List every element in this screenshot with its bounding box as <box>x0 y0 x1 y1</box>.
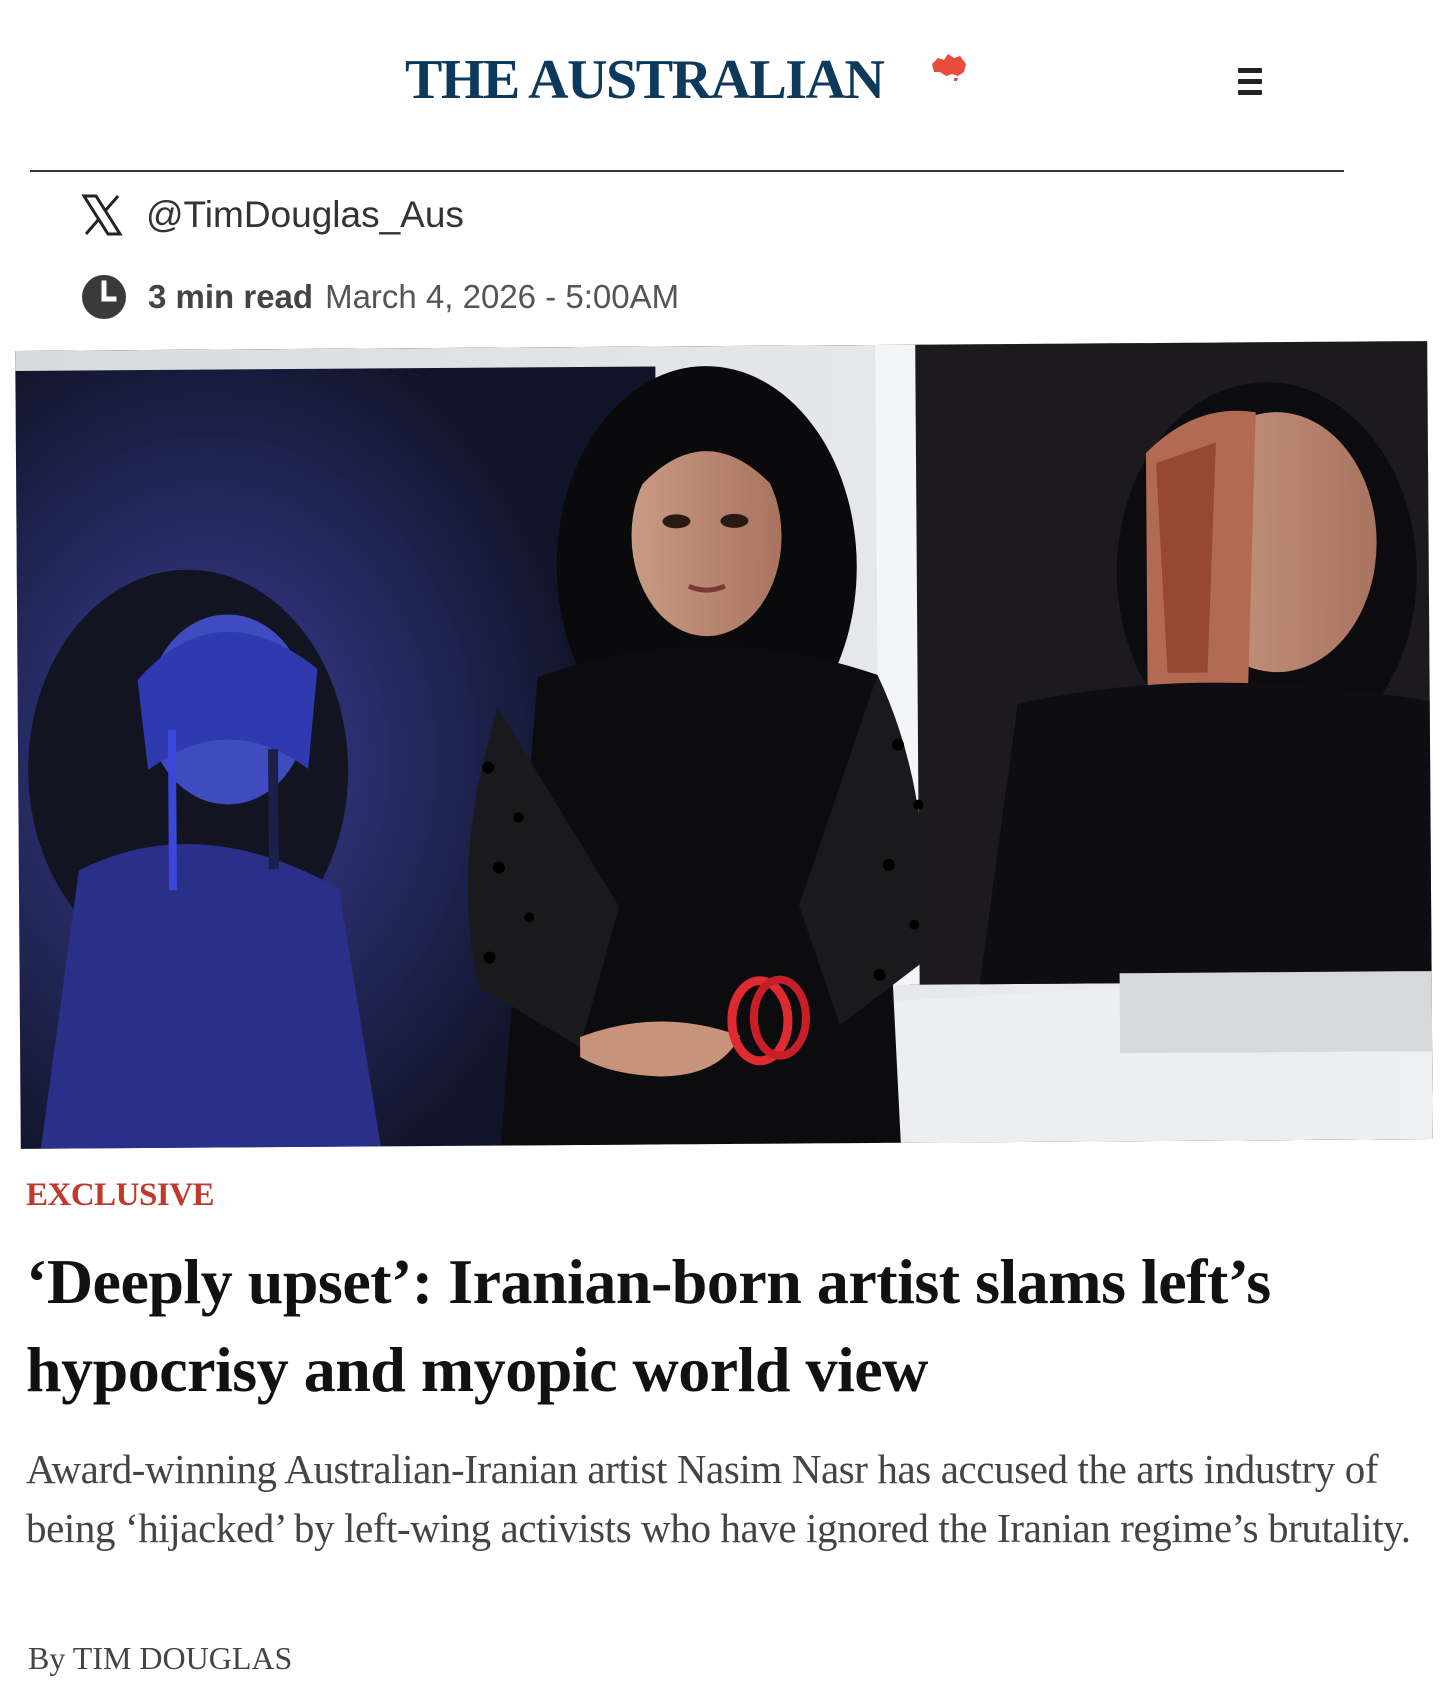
australia-map-icon <box>932 54 966 81</box>
article-standfirst: Award-winning Australian-Iranian artist … <box>26 1446 1411 1551</box>
menu-bar <box>1238 79 1262 84</box>
article-headline[interactable]: ‘Deeply upset’: Iranian-born artist slam… <box>26 1238 1416 1414</box>
menu-bar <box>1238 90 1262 95</box>
menu-bar <box>1238 68 1262 73</box>
author-social: @TimDouglas_Aus <box>78 190 464 240</box>
publish-date: March 4, 2026 - 5:00AM <box>325 278 680 315</box>
read-time: 3 min read <box>148 278 314 315</box>
article-meta: 3 min read March 4, 2026 - 5:00AM <box>80 273 679 321</box>
hero-image <box>15 341 1433 1149</box>
masthead: THE AUSTRALIAN <box>0 40 1440 120</box>
hero-photo-illustration <box>15 341 1433 1149</box>
clock-icon <box>82 275 126 319</box>
menu-button[interactable] <box>1228 60 1272 104</box>
author-handle-link[interactable]: @TimDouglas_Aus <box>146 194 464 236</box>
header-divider <box>30 170 1344 172</box>
article-kicker: EXCLUSIVE <box>26 1177 215 1213</box>
x-icon[interactable] <box>78 191 126 239</box>
article-byline[interactable]: By TIM DOUGLAS <box>28 1640 292 1677</box>
site-logo[interactable]: THE AUSTRALIAN <box>405 48 885 112</box>
